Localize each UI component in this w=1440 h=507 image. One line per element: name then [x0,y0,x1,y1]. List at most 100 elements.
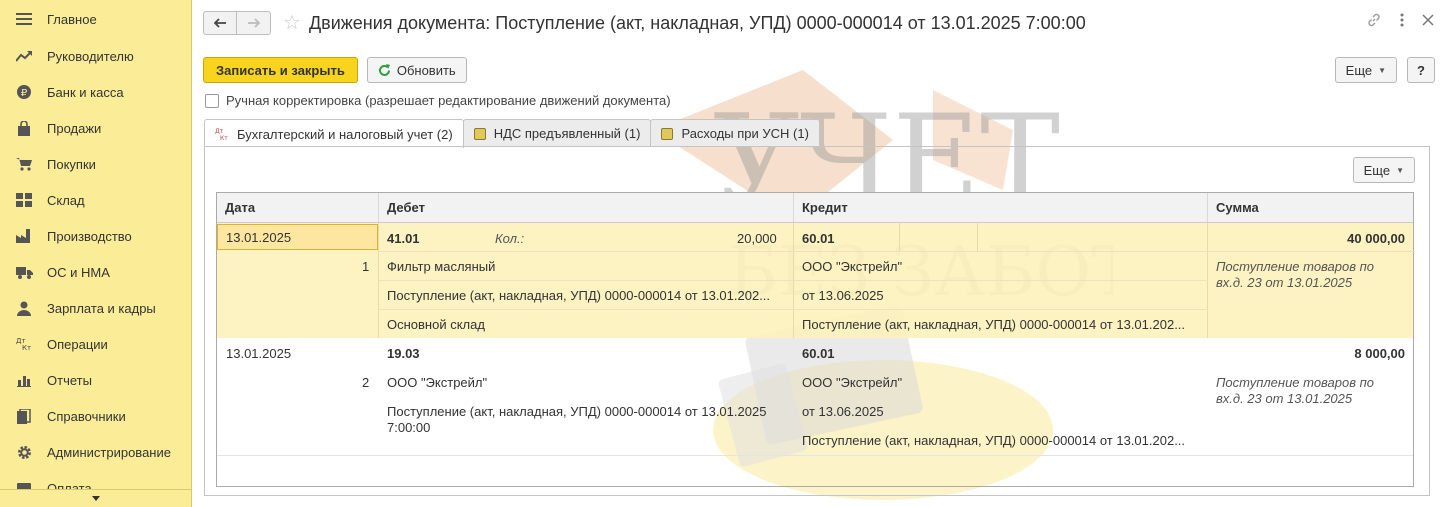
debit-subconto-3: Основной склад [387,317,485,332]
manual-edit-checkbox[interactable] [205,93,219,108]
factory-icon [14,228,34,244]
sidebar-item-admin[interactable]: Администрирование [0,434,191,470]
more-vertical-icon[interactable] [1400,13,1404,27]
divider [1208,251,1415,252]
table-row[interactable]: 13.01.2025 1 41.01 Кол.: 20,000 Фильтр м… [217,223,1415,338]
register-tabs: Дт Кт Бухгалтерский и налоговый учет (2) … [204,119,820,148]
debit-subconto-2: Поступление (акт, накладная, УПД) 0000-0… [387,288,771,303]
register-icon [661,127,674,140]
divider [379,309,1208,310]
row-number: 2 [362,375,370,390]
quantity-label: Кол.: [495,231,525,246]
more-label: Еще [1345,62,1373,78]
sidebar-item-salary[interactable]: Зарплата и кадры [0,290,191,326]
credit-account: 60.01 [802,346,835,361]
sidebar-scroll-down[interactable] [0,489,191,507]
refresh-icon [378,63,390,76]
sidebar-item-label: Склад [47,192,85,208]
document-movements-form: УЧЕТ БЕЗ ЗАБОТ ☆ Движения документа: Пос… [193,0,1440,507]
sidebar-item-director[interactable]: Руководителю [0,38,191,74]
credit-subconto-2: от 13.06.2025 [802,404,884,419]
tab-usn-expenses[interactable]: Расходы при УСН (1) [650,119,820,147]
cart-icon [14,156,34,172]
divider [977,223,978,251]
command-bar: Записать и закрыть Обновить [203,57,467,83]
content-line-2: вх.д. 23 от 13.01.2025 [1216,275,1353,290]
page-title: Движения документа: Поступление (акт, на… [308,12,1086,33]
column-amount[interactable]: Сумма [1208,193,1415,222]
close-icon[interactable] [1422,14,1434,26]
dt-kt-icon: Дт Кт [215,127,229,141]
row-number: 1 [362,259,370,274]
forward-button[interactable] [237,11,271,35]
tab-label: Расходы при УСН (1) [681,126,809,141]
debit-subconto-2-line-2: 7:00:00 [387,420,431,435]
sidebar-item-sales[interactable]: Продажи [0,110,191,146]
tab-vat[interactable]: НДС предъявленный (1) [462,119,652,147]
caret-down-icon: ▼ [1378,65,1387,75]
sidebar-item-operations[interactable]: Дт Кт Операции [0,326,191,362]
column-credit[interactable]: Кредит [794,193,1208,222]
help-button[interactable]: ? [1407,57,1435,83]
sidebar-item-label: Покупки [47,156,96,172]
debit-subconto-1: ООО "Экстрейл" [387,375,488,390]
table-header: Дата Дебет Кредит Сумма [217,193,1413,223]
sidebar-item-fixed-assets[interactable]: ОС и НМА [0,254,191,290]
arrow-right-icon [247,18,260,28]
debit-account: 19.03 [387,346,420,361]
credit-subconto-1: ООО "Экстрейл" [802,375,903,390]
tab-accounting[interactable]: Дт Кт Бухгалтерский и налоговый учет (2) [204,119,464,148]
table-more-button[interactable]: Еще ▼ [1352,157,1415,183]
sidebar-item-production[interactable]: Производство [0,218,191,254]
books-icon [14,408,34,424]
bar-chart-icon [14,372,34,388]
more-label: Еще [1363,162,1391,178]
save-and-close-button[interactable]: Записать и закрыть [203,57,358,83]
sidebar-item-directories[interactable]: Справочники [0,398,191,434]
ruble-icon: ₽ [14,84,34,100]
sidebar-item-label: Главное [47,11,97,27]
svg-text:₽: ₽ [21,88,28,99]
menu-icon [14,11,34,27]
sidebar-item-main[interactable]: Главное [0,0,191,38]
sidebar-item-label: Производство [47,228,132,244]
sidebar-item-warehouse[interactable]: Склад [0,182,191,218]
column-debit[interactable]: Дебет [379,193,794,222]
sidebar-item-reports[interactable]: Отчеты [0,362,191,398]
table-row[interactable]: 13.01.2025 2 19.03 ООО "Экстрейл" Поступ… [217,338,1413,453]
bag-icon [14,120,34,136]
trend-icon [14,48,34,64]
sidebar-item-purchases[interactable]: Покупки [0,146,191,182]
amount: 40 000,00 [1347,231,1405,246]
manual-edit-label[interactable]: Ручная корректировка (разрешает редактир… [226,93,671,108]
register-icon [473,127,486,140]
credit-account: 60.01 [802,231,835,246]
content-line-1: Поступление товаров по [1216,375,1375,390]
more-button[interactable]: Еще ▼ [1334,57,1398,83]
sidebar-item-label: ОС и НМА [47,264,110,280]
person-icon [14,300,34,316]
sidebar-item-label: Операции [47,336,108,352]
link-icon[interactable] [1366,12,1382,28]
refresh-button[interactable]: Обновить [366,57,467,83]
truck-icon [14,264,34,280]
sidebar-item-bank[interactable]: ₽ Банк и касса [0,74,191,110]
sidebar-item-label: Администрирование [47,444,171,460]
quantity-value: 20,000 [737,231,777,246]
sidebar-item-label: Банк и касса [47,84,124,100]
svg-text:Кт: Кт [220,135,228,141]
gear-icon [14,444,34,460]
date-cell[interactable]: 13.01.2025 [217,224,378,250]
manual-edit-row: Ручная корректировка (разрешает редактир… [205,93,671,108]
movements-table: Дата Дебет Кредит Сумма 13.01.2025 1 41.… [216,192,1415,487]
header-actions [1366,12,1434,28]
caret-down-icon: ▼ [1396,165,1404,175]
svg-text:Кт: Кт [22,344,31,351]
column-date[interactable]: Дата [217,193,379,222]
back-button[interactable] [203,11,237,35]
favorite-star-icon[interactable]: ☆ [283,13,301,33]
sidebar-item-label: Справочники [47,408,126,424]
divider [899,223,900,251]
refresh-label: Обновить [396,62,456,78]
content-line-1: Поступление товаров по [1216,259,1375,274]
